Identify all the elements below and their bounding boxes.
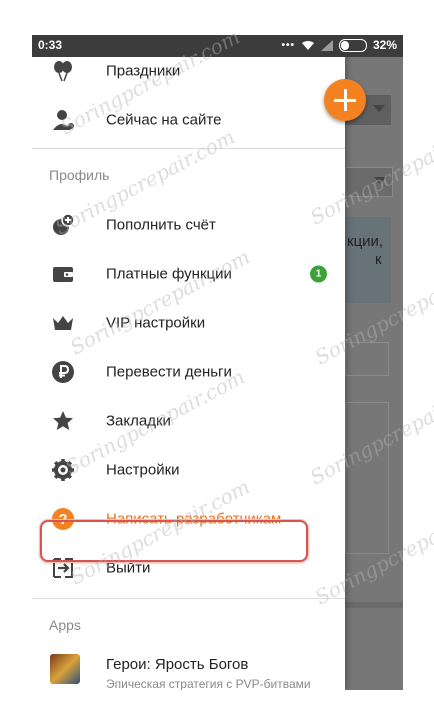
- drawer-item-vip-settings[interactable]: VIP настройки: [32, 298, 345, 347]
- add-coin-icon: [50, 212, 76, 238]
- wallet-icon: [50, 261, 76, 287]
- status-time: 0:33: [38, 38, 63, 52]
- star-icon: [50, 408, 76, 434]
- app-thumbnail[interactable]: [50, 654, 80, 684]
- paid-features-badge: 1: [310, 265, 327, 282]
- status-icons: ••• 32%: [281, 38, 397, 52]
- phone-screen: 0:33 ••• 32% кции, к Праздники Сейчас на…: [32, 35, 403, 690]
- app-title[interactable]: Герои: Ярость Богов: [106, 656, 248, 673]
- highlight-frame: [40, 520, 308, 562]
- background-input: [345, 342, 389, 376]
- crown-icon: [50, 310, 76, 336]
- person-online-icon: [50, 107, 76, 133]
- background-textarea: [345, 402, 389, 554]
- background-app: кции, к: [345, 57, 403, 690]
- drawer-item-online-now[interactable]: Сейчас на сайте: [32, 95, 345, 144]
- drawer-divider: [32, 148, 345, 149]
- signal-icon: [320, 39, 333, 51]
- gear-icon: [50, 457, 76, 483]
- drawer-item-transfer-money[interactable]: Перевести деньги: [32, 347, 345, 396]
- battery-icon: [338, 38, 367, 52]
- drawer-item-paid-features[interactable]: Платные функции 1: [32, 249, 345, 298]
- section-apps: Apps: [49, 617, 81, 633]
- section-profile: Профиль: [49, 167, 110, 183]
- drawer-item-holidays[interactable]: Праздники: [32, 57, 345, 95]
- wifi-icon: [301, 40, 314, 50]
- ruble-icon: [50, 359, 76, 385]
- battery-percent: 32%: [372, 38, 397, 52]
- notification-dots-icon: •••: [281, 39, 295, 51]
- app-subtitle: Эпическая стратегия с PVP-битвами: [106, 677, 311, 690]
- navigation-drawer: Праздники Сейчас на сайте Профиль Пополн…: [32, 57, 345, 690]
- drawer-item-bookmarks[interactable]: Закладки: [32, 396, 345, 445]
- drawer-item-top-up[interactable]: Пополнить счёт: [32, 200, 345, 249]
- background-card: кции, к: [345, 217, 391, 303]
- drawer-item-settings[interactable]: Настройки: [32, 445, 345, 494]
- drawer-divider: [32, 598, 345, 599]
- background-divider: [345, 602, 403, 608]
- add-fab-button[interactable]: [324, 79, 366, 121]
- balloons-icon: [50, 58, 76, 84]
- background-select: [345, 167, 393, 197]
- status-bar: 0:33 ••• 32%: [32, 35, 403, 57]
